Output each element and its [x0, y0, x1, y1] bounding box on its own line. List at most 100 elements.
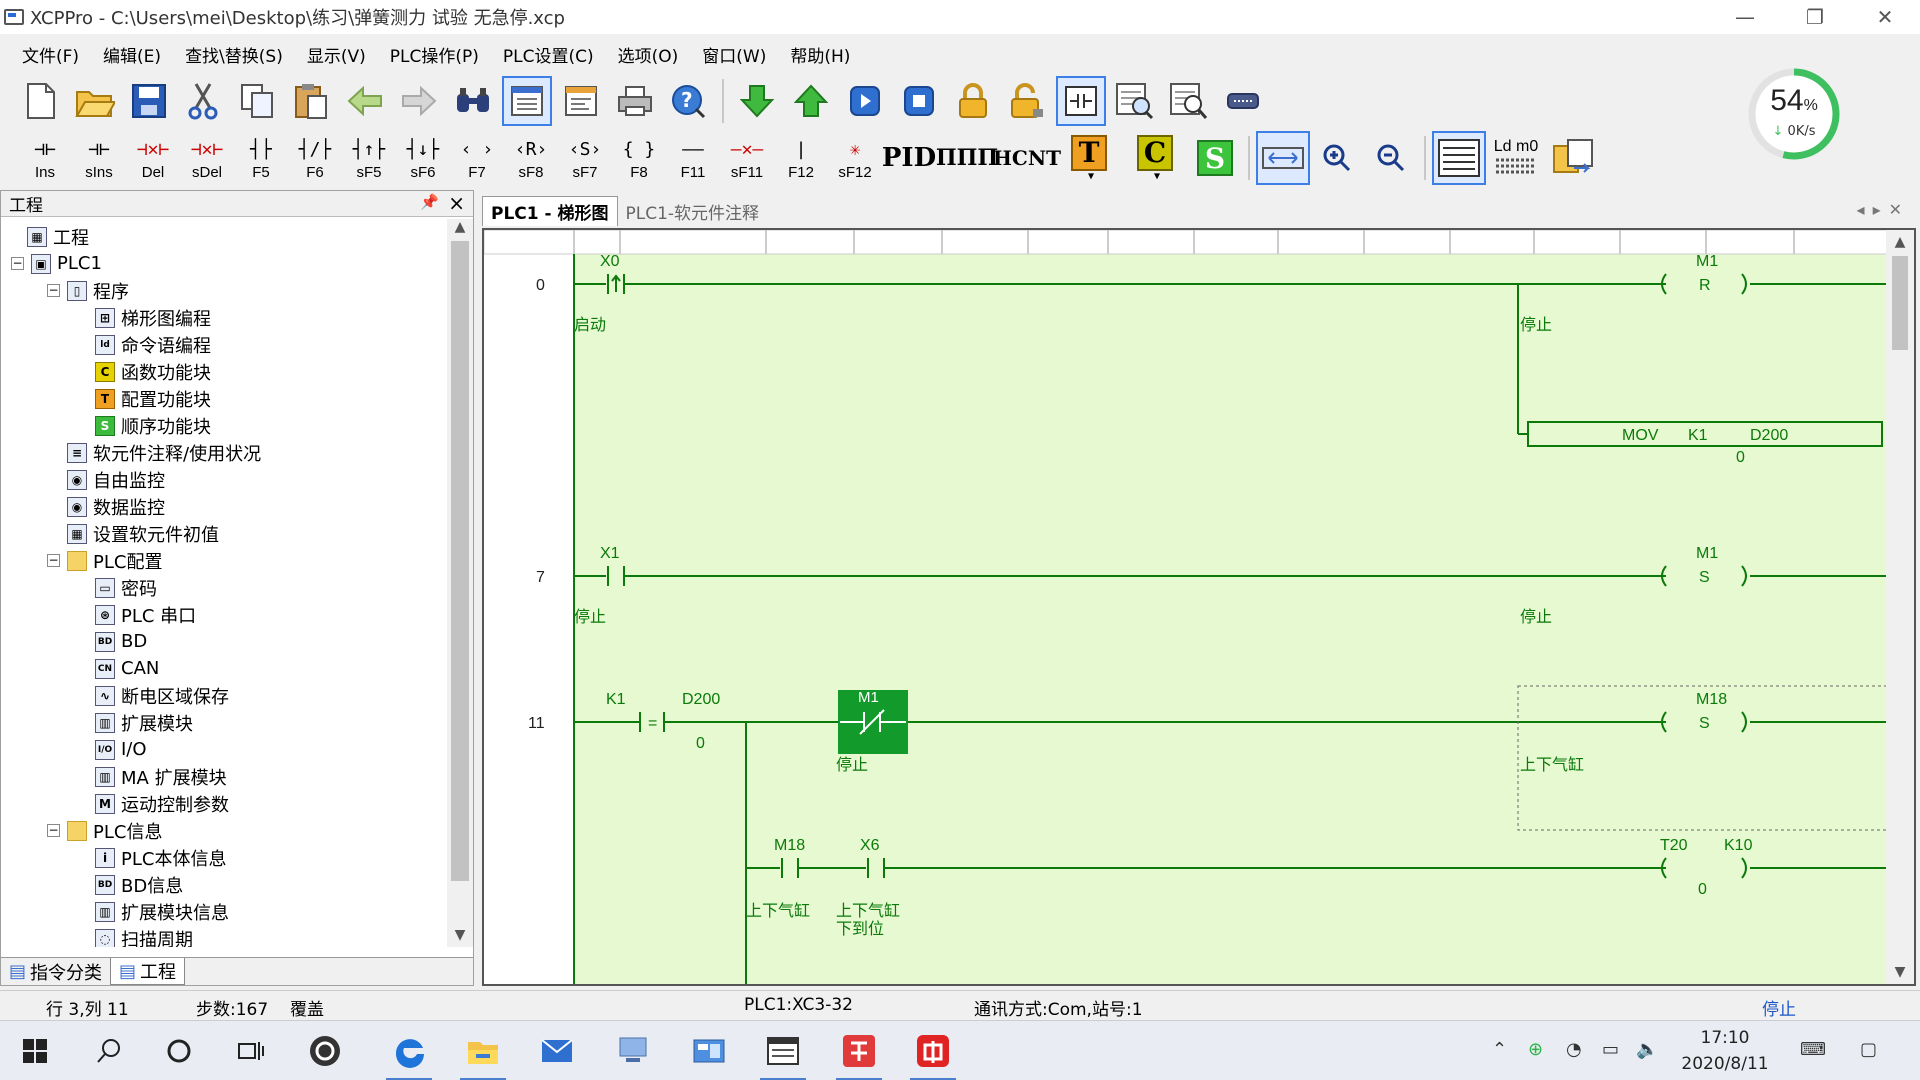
volume-icon[interactable]: 🔈	[1636, 1039, 1658, 1060]
tab-project[interactable]: ▤ 工程	[110, 958, 186, 985]
unlock-button[interactable]	[1002, 76, 1052, 126]
battery-icon[interactable]: ▭	[1602, 1039, 1619, 1060]
tree-item[interactable]: T 配置功能块	[95, 385, 211, 412]
new-file-button[interactable]	[16, 76, 66, 126]
restore-button[interactable]: ❐	[1780, 0, 1850, 34]
data-monitor-button[interactable]	[1164, 76, 1214, 126]
tree-item[interactable]: M 运动控制参数	[95, 790, 229, 817]
close-panel-icon[interactable]: ×	[448, 191, 465, 215]
rising-edge-button[interactable]: ┤↑├ sF5	[342, 131, 396, 185]
tray-chevron-icon[interactable]: ⌃	[1492, 1039, 1507, 1060]
tab-device-comment[interactable]: PLC1-软元件注释	[618, 196, 768, 226]
keyboard-icon[interactable]: ⌨	[1800, 1039, 1826, 1060]
free-monitor-button[interactable]	[1110, 76, 1160, 126]
instruction-view-button[interactable]	[556, 76, 606, 126]
help-button[interactable]: ?	[664, 76, 714, 126]
start-button[interactable]	[4, 1021, 66, 1080]
tree-scrollbar[interactable]: ▲ ▼	[447, 219, 473, 947]
cortana-button[interactable]	[148, 1021, 210, 1080]
taskbar-network-app[interactable]	[602, 1021, 664, 1080]
editor-scroll-thumb[interactable]	[1892, 256, 1908, 350]
instruction-button[interactable]: { } F8	[612, 131, 666, 185]
ladder-diagram[interactable]: 0 X0 启动 M1 R 停止 MOV K1 D200 0 7 X1 停止 M1 S 停止 11 K1 = D200 0…	[484, 230, 1890, 984]
tree-item[interactable]: I/O I/O	[95, 736, 147, 763]
notification-icon[interactable]: ▢	[1860, 1039, 1877, 1060]
tree-item[interactable]: i PLC本体信息	[95, 844, 226, 871]
taskbar-edge[interactable]	[378, 1021, 440, 1080]
tree-item[interactable]: PLC配置	[67, 547, 162, 574]
pin-icon[interactable]: 📌	[420, 193, 439, 211]
find-button[interactable]	[448, 76, 498, 126]
tree-item[interactable]: C 函数功能块	[95, 358, 211, 385]
tab-instruction-category[interactable]: ▤ 指令分类	[1, 958, 110, 985]
zoom-in-button[interactable]	[1310, 131, 1364, 185]
print-button[interactable]	[610, 76, 660, 126]
download-button[interactable]	[732, 76, 782, 126]
pid-button[interactable]: PID	[882, 131, 936, 185]
tree-item[interactable]: CN CAN	[95, 655, 159, 682]
function-block-button[interactable]: C ▼	[1122, 131, 1188, 185]
tray-app-icon[interactable]: ⊕	[1528, 1039, 1543, 1060]
tree-item[interactable]: ◉ 数据监控	[67, 493, 165, 520]
tree-item[interactable]: ◌ 扫描周期	[95, 925, 193, 947]
taskbar-control-panel[interactable]	[678, 1021, 740, 1080]
set-coil-button[interactable]: ‹S› sF7	[558, 131, 612, 185]
comment-toggle-button[interactable]	[1432, 131, 1486, 185]
taskbar-mail[interactable]	[526, 1021, 588, 1080]
taskbar-wps[interactable]	[828, 1021, 890, 1080]
delete-row-button[interactable]: ⊣✕⊢ Del	[126, 131, 180, 185]
menu-options[interactable]: 选项(O)	[606, 38, 691, 71]
taskbar-xcppro[interactable]	[752, 1021, 814, 1080]
instruction-list-toggle[interactable]: Ld m0	[1486, 131, 1546, 185]
tree-item[interactable]: ▦ 工程	[27, 223, 89, 250]
tree-item[interactable]: ▥ MA 扩展模块	[95, 763, 227, 790]
tree-item[interactable]: BD BD	[95, 628, 147, 655]
config-block-button[interactable]: T ▼	[1056, 131, 1122, 185]
sequence-block-button[interactable]: S	[1188, 131, 1242, 185]
menu-view[interactable]: 显示(V)	[295, 38, 378, 71]
reset-coil-button[interactable]: ‹R› sF8	[504, 131, 558, 185]
wifi-icon[interactable]: ◔	[1566, 1039, 1582, 1060]
scroll-down-icon[interactable]: ▼	[1886, 964, 1914, 980]
collapse-toggle-icon[interactable]: −	[47, 824, 60, 837]
menu-plc-operation[interactable]: PLC操作(P)	[378, 38, 491, 71]
taskbar-app[interactable]	[294, 1021, 356, 1080]
ladder-area[interactable]	[574, 254, 1890, 984]
stop-button[interactable]	[894, 76, 944, 126]
taskbar-file-explorer[interactable]	[452, 1021, 514, 1080]
delete-column-button[interactable]: ⊣✕⊢ sDel	[180, 131, 234, 185]
tree-item[interactable]: ▥ 扩展模块	[95, 709, 193, 736]
editor-scrollbar[interactable]: ▲ ▼	[1886, 230, 1914, 984]
tab-nav-icons[interactable]: ◂▸✕	[1857, 200, 1910, 219]
minimize-button[interactable]: —	[1710, 0, 1780, 34]
tree-item[interactable]: ⊞ 梯形图编程	[95, 304, 211, 331]
collapse-toggle-icon[interactable]: −	[47, 284, 60, 297]
tree-item[interactable]: ▣ PLC1	[31, 250, 102, 277]
menu-find-replace[interactable]: 查找\替换(S)	[173, 38, 295, 71]
tree-item[interactable]: S 顺序功能块	[95, 412, 211, 439]
scroll-up-icon[interactable]: ▲	[447, 219, 473, 239]
column-ruler[interactable]	[484, 230, 1890, 255]
run-button[interactable]	[840, 76, 890, 126]
no-contact-button[interactable]: ┤├ F5	[234, 131, 288, 185]
vline-button[interactable]: | F12	[774, 131, 828, 185]
cut-button[interactable]	[178, 76, 228, 126]
tree-item[interactable]: ≡ 软元件注释/使用状况	[67, 439, 261, 466]
zoom-out-button[interactable]	[1364, 131, 1418, 185]
fit-width-button[interactable]	[1256, 131, 1310, 185]
tree-item[interactable]: ▦ 设置软元件初值	[67, 520, 219, 547]
tree-item[interactable]: ◉ 自由监控	[67, 466, 165, 493]
open-file-button[interactable]	[70, 76, 120, 126]
lock-button[interactable]	[948, 76, 998, 126]
tree-item[interactable]: ▥ 扩展模块信息	[95, 898, 229, 925]
pulse-button[interactable]: ΠΠΠ	[936, 131, 998, 185]
task-view-button[interactable]	[220, 1021, 282, 1080]
insert-column-button[interactable]: ⊣⊢ sIns	[72, 131, 126, 185]
scroll-up-icon[interactable]: ▲	[1886, 234, 1914, 250]
collapse-toggle-icon[interactable]: −	[11, 257, 24, 270]
upload-button[interactable]	[786, 76, 836, 126]
back-button[interactable]	[340, 76, 390, 126]
delete-hline-button[interactable]: —✕— sF11	[720, 131, 774, 185]
tab-ladder[interactable]: PLC1 - 梯形图	[482, 196, 618, 226]
hline-button[interactable]: —— F11	[666, 131, 720, 185]
